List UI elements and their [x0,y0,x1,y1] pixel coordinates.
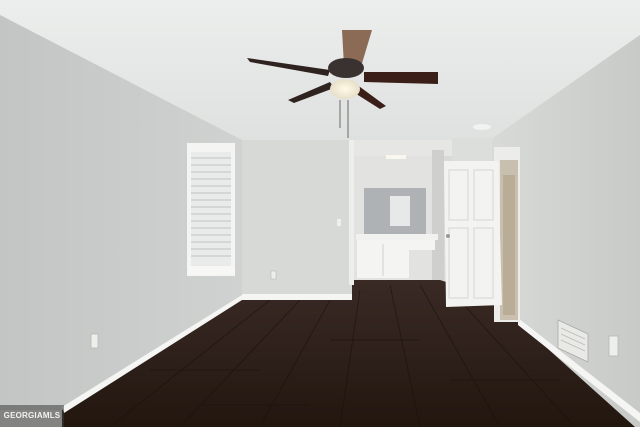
smoke-detector [473,124,491,130]
room-scene [0,0,640,427]
outlet-icon [90,333,99,349]
watermark: GEORGIAMLS [0,405,64,427]
vanity-drawer [409,240,435,250]
opening-frame [349,140,354,285]
outlet-icon [608,335,619,357]
door-icon [444,147,520,322]
outlet-icon [270,270,277,280]
mirror-reflection-window [390,196,410,226]
switch-plate [337,219,341,226]
door-jamb-wall [452,138,492,162]
window-icon [187,143,235,276]
baseboard-back [242,294,352,300]
back-wall [242,140,352,298]
vanity-counter [356,234,438,240]
alcove-side-wall [432,150,444,285]
vanity-light [386,155,406,159]
